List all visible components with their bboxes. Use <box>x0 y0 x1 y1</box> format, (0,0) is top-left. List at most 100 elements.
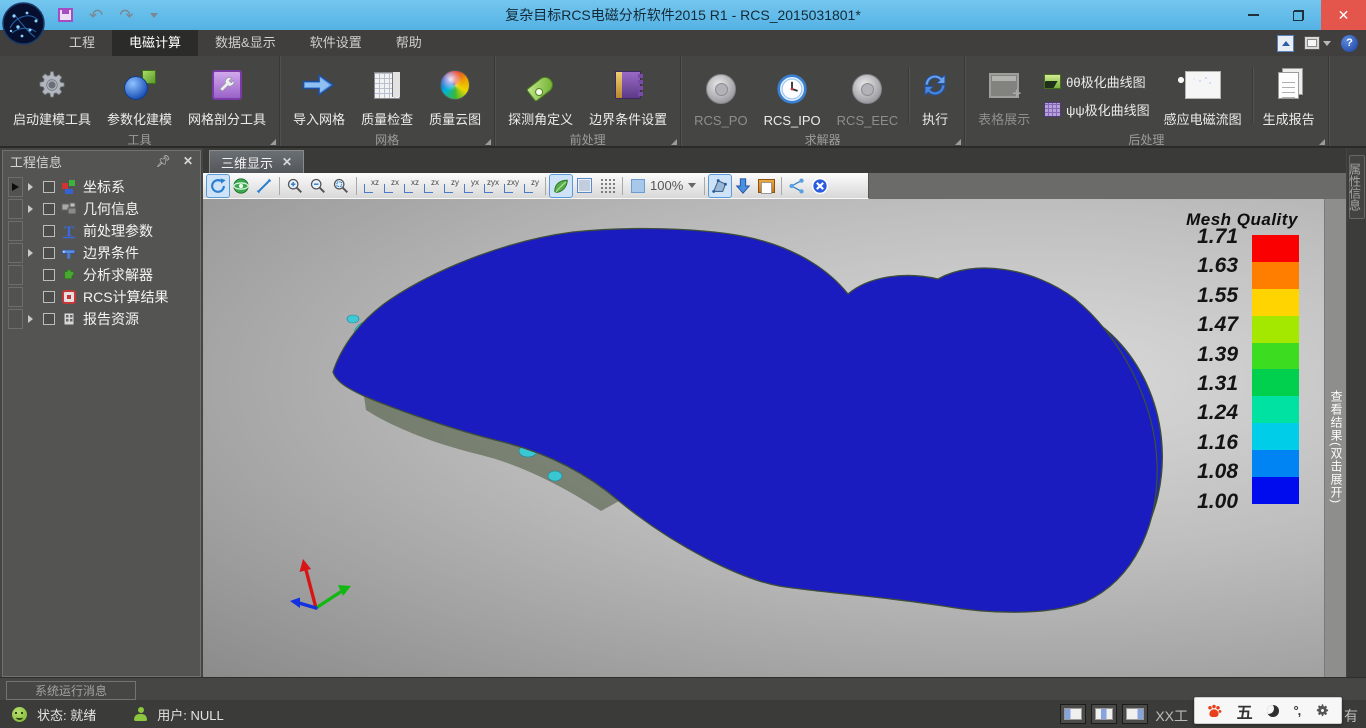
quality-cloud-button[interactable]: 质量云图 <box>421 59 489 131</box>
zoom-level-control[interactable]: 100% <box>627 178 700 193</box>
execute-button[interactable]: 执行 <box>911 59 959 131</box>
arrow-down-icon[interactable] <box>732 175 754 197</box>
polygon-select-icon[interactable] <box>709 175 731 197</box>
solver-rcs-ipo-button[interactable]: RCS_IPO <box>756 59 829 131</box>
undo-icon[interactable]: ↶ <box>89 7 103 24</box>
expander-icon[interactable] <box>28 315 38 323</box>
properties-side-tab[interactable]: 属性信息 <box>1349 155 1365 219</box>
scene-tree-icon[interactable] <box>755 175 777 197</box>
menu-tab-settings[interactable]: 软件设置 <box>293 30 379 56</box>
expander-icon[interactable] <box>28 249 38 257</box>
redo-icon[interactable]: ↷ <box>119 7 133 24</box>
quality-check-button[interactable]: 质量检查 <box>353 59 421 131</box>
ime-brand-paw-icon[interactable] <box>1206 703 1222 719</box>
zoom-fit-icon[interactable] <box>330 175 352 197</box>
window-style-button[interactable] <box>1304 36 1331 50</box>
surface-icon[interactable] <box>573 175 595 197</box>
theta-polarization-curve-button[interactable]: θθ极化曲线图 <box>1044 72 1150 91</box>
checkbox[interactable] <box>43 203 55 215</box>
solver-rcs-po-button[interactable]: RCS_PO <box>686 59 755 131</box>
layout-center-panel-button[interactable] <box>1091 704 1117 724</box>
panel-close-icon[interactable]: ✕ <box>183 154 193 168</box>
checkbox[interactable] <box>43 225 55 237</box>
checkbox[interactable] <box>43 247 55 259</box>
ime-settings-gear-icon[interactable] <box>1315 703 1330 718</box>
axis-view-zx-icon[interactable]: zx <box>421 176 441 196</box>
legend-color-block <box>1252 262 1299 289</box>
table-display-button[interactable]: 表格展示 <box>970 59 1038 131</box>
menu-tab-em-compute[interactable]: 电磁计算 <box>112 30 198 56</box>
layout-left-panel-button[interactable] <box>1060 704 1086 724</box>
toolbar-dropdown-icon[interactable] <box>150 13 158 18</box>
generate-report-button[interactable]: 生成报告 <box>1255 59 1323 131</box>
system-messages-tab[interactable]: 系统运行消息 <box>6 681 136 700</box>
help-icon[interactable]: ? <box>1341 35 1358 52</box>
collapse-ribbon-icon[interactable] <box>1277 35 1294 52</box>
axis-view-xz-icon[interactable]: xz <box>401 176 421 196</box>
ime-fullhalf-moon-icon[interactable] <box>1267 705 1279 717</box>
rotate-icon[interactable] <box>207 175 229 197</box>
import-mesh-button[interactable]: 导入网格 <box>285 59 353 131</box>
psi-polarization-curve-button[interactable]: ψψ极化曲线图 <box>1044 100 1150 119</box>
probe-angle-button[interactable]: 探测角定义 <box>500 59 581 131</box>
app-logo-icon[interactable] <box>2 2 45 45</box>
panel-title: 工程信息 <box>10 152 62 171</box>
orbit-icon[interactable] <box>230 175 252 197</box>
layout-right-panel-button[interactable] <box>1122 704 1148 724</box>
coordinate-system-icon <box>60 179 78 195</box>
tree-item-analysis-solver[interactable]: 分析求解器 <box>3 264 200 286</box>
expander-icon[interactable] <box>28 183 38 191</box>
tree-item-boundary-conditions[interactable]: 边界条件 <box>3 242 200 264</box>
render-leaf-icon[interactable] <box>550 175 572 197</box>
checkbox[interactable] <box>43 181 55 193</box>
viewport-3d-canvas[interactable]: Mesh Quality 1.711.631.551.471.391.311.2… <box>203 199 1346 677</box>
menu-tab-help[interactable]: 帮助 <box>379 30 439 56</box>
tree-item-rcs-results[interactable]: RCS计算结果 <box>3 286 200 308</box>
axis-view-yx-icon[interactable]: yx <box>461 176 481 196</box>
menu-tab-data-display[interactable]: 数据&显示 <box>198 30 293 56</box>
group-expand-icon[interactable] <box>270 139 276 145</box>
parametric-modeling-button[interactable]: 参数化建模 <box>99 59 180 131</box>
launch-modeling-tool-button[interactable]: 启动建模工具 <box>5 59 99 131</box>
axis-view-zxy-icon[interactable]: zxy <box>501 176 521 196</box>
group-expand-icon[interactable] <box>671 139 677 145</box>
axis-view-zyx-icon[interactable]: zyx <box>481 176 501 196</box>
tab-3d-display[interactable]: 三维显示 ✕ <box>209 150 304 173</box>
axis-view-zy-icon[interactable]: zy <box>441 176 461 196</box>
minimize-button[interactable] <box>1231 0 1276 30</box>
boundary-settings-button[interactable]: 边界条件设置 <box>581 59 675 131</box>
results-side-tab[interactable]: 查看结果(双击展开) <box>1324 199 1346 677</box>
results-side-tab-label: 查看结果(双击展开) <box>1328 390 1345 504</box>
restore-button[interactable] <box>1276 0 1321 30</box>
group-expand-icon[interactable] <box>955 139 961 145</box>
tree-item-preprocess-params[interactable]: T 前处理参数 <box>3 220 200 242</box>
share-icon[interactable] <box>786 175 808 197</box>
pin-icon[interactable]: 📌︎ <box>156 154 171 168</box>
scale-arrow-icon[interactable] <box>253 175 275 197</box>
checkbox[interactable] <box>43 291 55 303</box>
grid-points-icon[interactable] <box>596 175 618 197</box>
zoom-out-icon[interactable] <box>307 175 329 197</box>
solver-rcs-eec-button[interactable]: RCS_EEC <box>829 59 906 131</box>
group-expand-icon[interactable] <box>1319 139 1325 145</box>
expander-icon[interactable] <box>28 205 38 213</box>
tree-item-report-resources[interactable]: 报告资源 <box>3 308 200 330</box>
mesh-partition-tool-button[interactable]: 网格剖分工具 <box>180 59 274 131</box>
axis-view-zx-icon[interactable]: zx <box>381 176 401 196</box>
group-expand-icon[interactable] <box>485 139 491 145</box>
zoom-in-icon[interactable] <box>284 175 306 197</box>
checkbox[interactable] <box>43 313 55 325</box>
axis-view-xz-icon[interactable]: xz <box>361 176 381 196</box>
close-button[interactable]: ✕ <box>1321 0 1366 30</box>
axis-view-zy-icon[interactable]: zy <box>521 176 541 196</box>
save-icon[interactable] <box>58 8 73 22</box>
tab-close-icon[interactable]: ✕ <box>282 155 292 169</box>
induced-current-map-button[interactable]: 感应电磁流图 <box>1156 59 1250 131</box>
checkbox[interactable] <box>43 269 55 281</box>
ime-punctuation-button[interactable]: °, <box>1293 703 1300 718</box>
tree-item-geometry-info[interactable]: 几何信息 <box>3 198 200 220</box>
clear-view-icon[interactable] <box>809 175 831 197</box>
ime-mode-button[interactable]: 五 <box>1237 699 1253 723</box>
tree-item-coordinate-system[interactable]: 坐标系 <box>3 176 200 198</box>
menu-tab-project[interactable]: 工程 <box>52 30 112 56</box>
